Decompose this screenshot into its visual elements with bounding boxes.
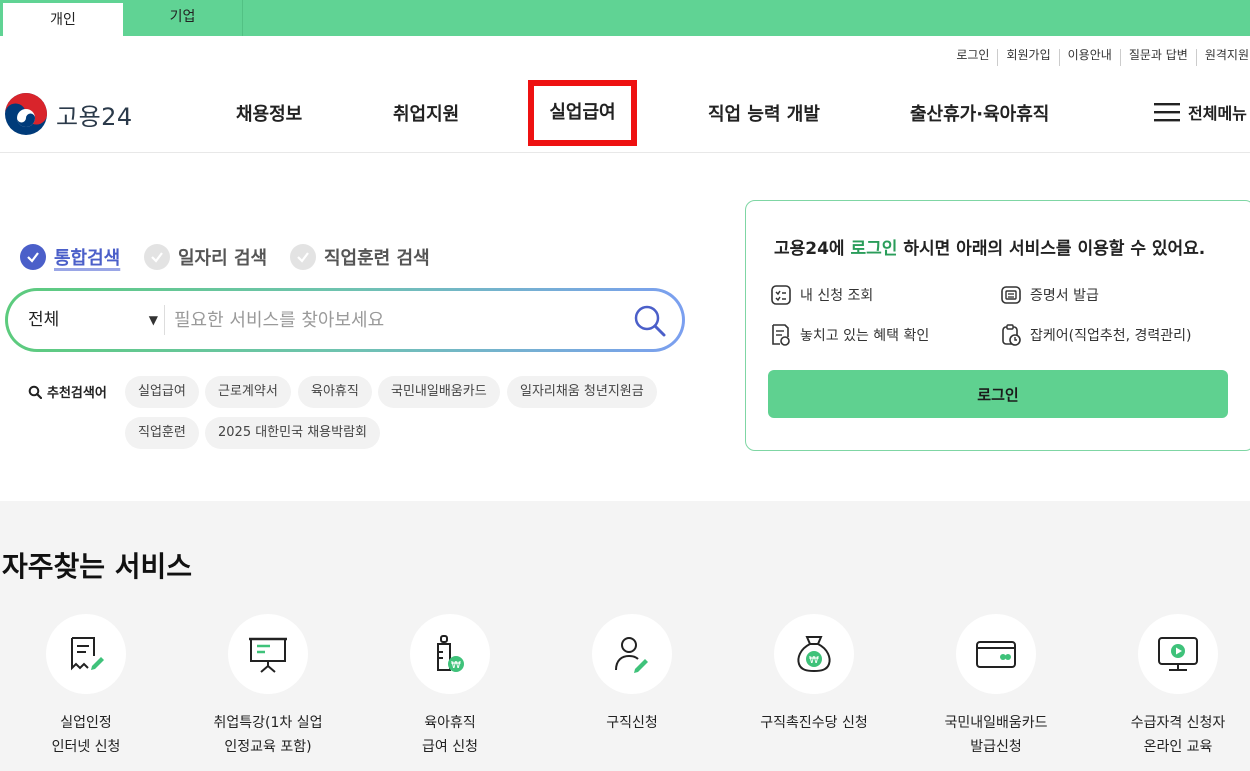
service-label: 내 신청 조회	[800, 288, 874, 304]
search-category-value: 전체	[28, 310, 60, 330]
presentation-board-icon	[249, 637, 287, 673]
signup-link[interactable]: 회원가입	[997, 49, 1058, 66]
recommended-label-text: 추천검색어	[47, 386, 107, 401]
login-card-title: 고용24에 로그인 하시면 아래의 서비스를 이용할 수 있어요.	[774, 234, 1205, 259]
search-separator	[164, 305, 165, 335]
keyword-chip[interactable]: 일자리채움 청년지원금	[507, 376, 657, 408]
service-label: 수급자격 신청자 온라인 교육	[1130, 715, 1226, 755]
qna-link[interactable]: 질문과 답변	[1119, 49, 1196, 66]
service-label: 국민내일배움카드 발급신청	[944, 715, 1048, 755]
document-pen-icon	[71, 637, 104, 671]
nav-vocational-training[interactable]: 직업 능력 개발	[708, 100, 820, 126]
hamburger-icon	[1154, 103, 1180, 122]
keyword-chip[interactable]: 2025 대한민국 채용박람회	[205, 417, 380, 449]
search-type-integrated[interactable]: 통합검색	[20, 244, 120, 270]
search-type-jobs[interactable]: 일자리 검색	[144, 244, 267, 270]
check-circle-icon	[20, 244, 46, 270]
service-item[interactable]: 구직신청	[542, 614, 722, 735]
service-item[interactable]: 국민내일배움카드 발급신청	[906, 614, 1086, 759]
search-icon[interactable]	[632, 303, 668, 339]
document-search-icon	[772, 324, 790, 346]
service-certificate[interactable]: 증명서 발급	[1000, 284, 1099, 306]
search-type-training[interactable]: 직업훈련 검색	[290, 244, 430, 270]
header-divider	[0, 152, 1250, 153]
caret-down-icon: ▼	[148, 313, 158, 327]
svg-text:₩: ₩	[451, 660, 461, 671]
service-item[interactable]: 수급자격 신청자 온라인 교육	[1088, 614, 1250, 759]
taegeuk-logo-icon	[5, 93, 47, 135]
login-link[interactable]: 로그인	[948, 49, 997, 66]
nav-employment-support[interactable]: 취업지원	[393, 100, 459, 126]
search-icon	[28, 385, 42, 399]
login-card: 고용24에 로그인 하시면 아래의 서비스를 이용할 수 있어요. 내 신청 조…	[745, 200, 1250, 451]
all-menu-button[interactable]: 전체메뉴	[1154, 100, 1247, 124]
service-label: 실업인정 인터넷 신청	[51, 715, 121, 755]
remote-support-link[interactable]: 원격지원	[1195, 49, 1250, 66]
service-label: 놓치고 있는 혜택 확인	[800, 328, 930, 344]
search-input[interactable]	[174, 302, 614, 338]
section-title: 자주찾는 서비스	[2, 550, 193, 583]
card-icon	[976, 641, 1016, 668]
service-jobcare[interactable]: 잡케어(직업추천, 경력관리)	[1000, 323, 1192, 347]
utility-links: 로그인 회원가입 이용안내 질문과 답변 원격지원	[948, 46, 1250, 66]
svg-text:₩: ₩	[809, 655, 819, 666]
clipboard-clock-icon	[1002, 324, 1021, 346]
title-login-link[interactable]: 로그인	[851, 239, 898, 259]
service-label: 구직촉진수당 신청	[760, 715, 868, 731]
title-text: 하시면 아래의 서비스를 이용할 수 있어요.	[897, 239, 1206, 259]
logo-text: 고용24	[56, 102, 133, 131]
service-item[interactable]: ₩ 구직촉진수당 신청	[724, 614, 904, 735]
search-category-select[interactable]: 전체 ▼	[28, 291, 158, 349]
baby-bottle-icon: ₩	[437, 635, 464, 672]
guide-link[interactable]: 이용안내	[1058, 49, 1120, 66]
monitor-play-icon	[1158, 637, 1198, 671]
user-type-bar: 개인 기업	[0, 0, 1250, 36]
search-type-label: 통합검색	[54, 248, 121, 269]
all-menu-label: 전체메뉴	[1188, 104, 1247, 123]
login-button[interactable]: 로그인	[768, 370, 1228, 418]
service-missed-benefits[interactable]: 놓치고 있는 혜택 확인	[770, 323, 929, 347]
search-type-label: 직업훈련 검색	[324, 248, 430, 269]
recommended-label: 추천검색어	[28, 382, 107, 401]
search-box: 전체 ▼	[5, 288, 685, 352]
service-item[interactable]: ₩ 육아휴직 급여 신청	[360, 614, 540, 759]
nav-unemployment-benefit[interactable]: 실업급여	[528, 80, 637, 146]
service-label: 구직신청	[606, 715, 658, 731]
frequent-services-section: 자주찾는 서비스 실업인정 인터넷 신청 취업특강(1차 실업 인정교육 포함)	[0, 501, 1250, 771]
search-type-label: 일자리 검색	[178, 248, 268, 269]
check-circle-icon	[290, 244, 316, 270]
person-pen-icon	[615, 637, 648, 673]
keyword-chip[interactable]: 육아휴직	[298, 376, 372, 408]
printer-icon	[1001, 286, 1021, 304]
checklist-icon	[771, 285, 791, 305]
tab-personal[interactable]: 개인	[3, 0, 123, 36]
title-text: 고용24에	[774, 239, 851, 259]
keyword-chip[interactable]: 근로계약서	[205, 376, 291, 408]
service-item[interactable]: 실업인정 인터넷 신청	[0, 614, 176, 759]
service-my-applications[interactable]: 내 신청 조회	[770, 284, 873, 306]
nav-job-info[interactable]: 채용정보	[236, 100, 302, 126]
service-label: 취업특강(1차 실업 인정교육 포함)	[213, 715, 323, 755]
nav-parental-leave[interactable]: 출산휴가·육아휴직	[910, 100, 1049, 126]
money-bag-icon: ₩	[797, 636, 831, 673]
keyword-chip[interactable]: 국민내일배움카드	[378, 376, 500, 408]
tab-business[interactable]: 기업	[123, 0, 243, 36]
service-label: 잡케어(직업추천, 경력관리)	[1030, 328, 1192, 344]
service-label: 육아휴직 급여 신청	[422, 715, 478, 755]
check-circle-icon	[144, 244, 170, 270]
site-logo[interactable]: 고용24	[4, 92, 133, 136]
service-item[interactable]: 취업특강(1차 실업 인정교육 포함)	[178, 614, 358, 759]
keyword-chip[interactable]: 직업훈련	[125, 417, 199, 449]
service-label: 증명서 발급	[1030, 288, 1099, 304]
keyword-chip[interactable]: 실업급여	[125, 376, 199, 408]
